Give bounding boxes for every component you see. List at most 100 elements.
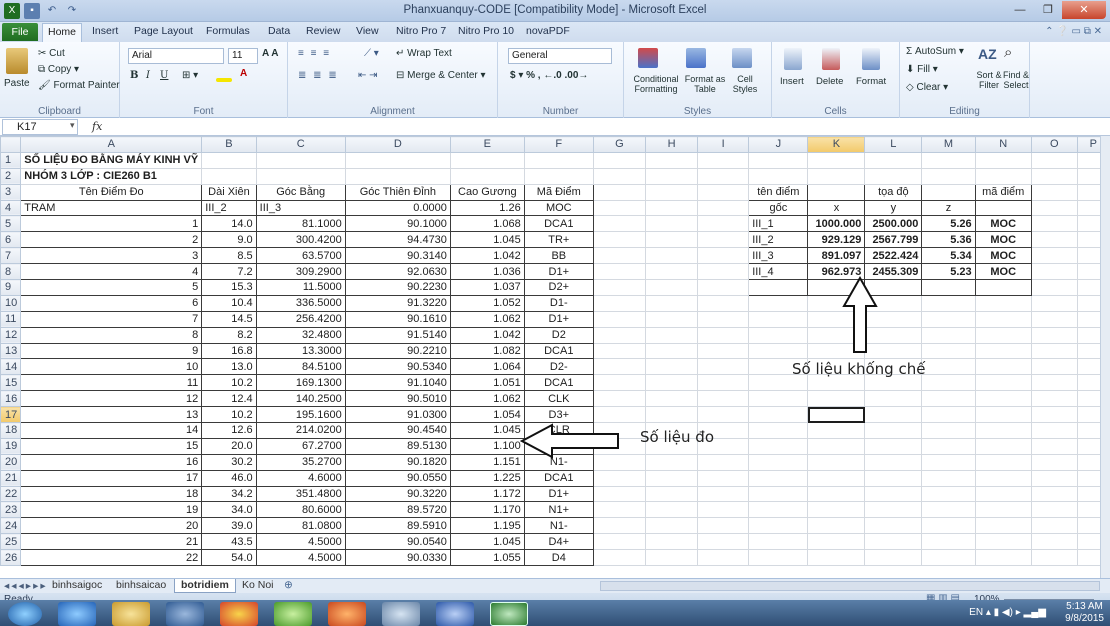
cell-a1[interactable]: SỐ LIỆU ĐO BẰNG MÁY KINH VỸ [20, 151, 203, 169]
column-header-f[interactable]: F [523, 136, 594, 153]
row-header[interactable]: 3 [0, 183, 22, 201]
cell-d25[interactable]: 90.0540 [344, 533, 451, 551]
format-table-icon[interactable] [686, 48, 706, 68]
format-cells-icon[interactable] [862, 48, 880, 70]
cell-j16[interactable] [748, 390, 809, 408]
cell-n9[interactable] [974, 279, 1032, 296]
cell-d6[interactable]: 94.4730 [344, 231, 451, 249]
cell-f4[interactable]: MOC [523, 199, 594, 217]
cell-j18[interactable] [748, 422, 809, 439]
tab-review[interactable]: Review [306, 25, 340, 37]
cell-b25[interactable]: 43.5 [201, 533, 257, 551]
cell-n13[interactable] [974, 342, 1032, 360]
cell-j3[interactable]: tên điểm [748, 183, 809, 201]
cell-m19[interactable] [921, 437, 976, 455]
cell-n3[interactable]: mã điểm [974, 183, 1032, 201]
cell-g11[interactable] [592, 310, 647, 328]
cell-o16[interactable] [1030, 390, 1078, 408]
cell-g8[interactable] [592, 263, 647, 281]
cell-m26[interactable] [921, 549, 976, 567]
cell-a18[interactable]: 14 [20, 422, 203, 439]
cell-n25[interactable] [974, 533, 1032, 551]
cell-b22[interactable]: 34.2 [201, 485, 257, 503]
cell-l6[interactable]: 2567.799 [864, 231, 923, 249]
cell-g25[interactable] [592, 533, 647, 551]
cell-a24[interactable]: 20 [20, 517, 203, 535]
cell-o6[interactable] [1030, 231, 1078, 249]
cell-c24[interactable]: 81.0800 [255, 517, 346, 535]
tab-view[interactable]: View [356, 25, 379, 37]
cell-l19[interactable] [864, 437, 923, 455]
cell-a20[interactable]: 16 [20, 453, 203, 471]
row-header[interactable]: 6 [0, 231, 22, 249]
cell-j17[interactable] [748, 406, 809, 424]
cell-j2[interactable] [748, 167, 809, 185]
cell-m21[interactable] [921, 469, 976, 487]
tab-file[interactable]: File [2, 23, 38, 41]
cell-i2[interactable] [697, 167, 750, 185]
cell-m5[interactable]: 5.26 [921, 215, 976, 233]
row-header[interactable]: 11 [0, 310, 22, 328]
explorer-icon[interactable] [112, 602, 150, 626]
row-header[interactable]: 12 [0, 326, 22, 344]
sheet-tab-binhsaigoc[interactable]: binhsaigoc [46, 579, 108, 593]
cell-o25[interactable] [1030, 533, 1078, 551]
cell-c21[interactable]: 4.6000 [255, 469, 346, 487]
cell-o13[interactable] [1030, 342, 1078, 360]
cell-h24[interactable] [645, 517, 699, 535]
cell-k23[interactable] [807, 501, 866, 519]
cell-i15[interactable] [697, 374, 750, 392]
cell-a14[interactable]: 10 [20, 358, 203, 376]
cell-e9[interactable]: 1.037 [449, 279, 525, 296]
cell-a6[interactable]: 2 [20, 231, 203, 249]
cell-f8[interactable]: D1+ [523, 263, 594, 281]
name-box-dropdown-icon[interactable]: ▾ [70, 120, 75, 131]
cell-e16[interactable]: 1.062 [449, 390, 525, 408]
cell-f5[interactable]: DCA1 [523, 215, 594, 233]
paste-icon[interactable] [6, 48, 28, 74]
cell-l24[interactable] [864, 517, 923, 535]
cell-m17[interactable] [921, 406, 976, 424]
close-icon[interactable]: ✕ [1062, 1, 1106, 19]
cell-g23[interactable] [592, 501, 647, 519]
column-header-l[interactable]: L [864, 136, 923, 153]
cell-i10[interactable] [697, 294, 750, 312]
column-header-c[interactable]: C [255, 136, 346, 153]
row-header[interactable]: 2 [0, 167, 22, 185]
cell-b4[interactable]: III_2 [201, 199, 257, 217]
row-header[interactable]: 18 [0, 422, 22, 439]
cell-a9[interactable]: 5 [20, 279, 203, 296]
cell-g7[interactable] [592, 247, 647, 265]
cell-d11[interactable]: 90.1610 [344, 310, 451, 328]
cell-l7[interactable]: 2522.424 [864, 247, 923, 265]
cell-d18[interactable]: 90.4540 [344, 422, 451, 439]
cell-m20[interactable] [921, 453, 976, 471]
sort-filter-icon[interactable]: AZ [978, 46, 997, 62]
cell-a3[interactable]: Tên Điểm Đo [20, 183, 203, 201]
cell-o19[interactable] [1030, 437, 1078, 455]
cell-n26[interactable] [974, 549, 1032, 567]
cut-button[interactable]: ✂ Cut [38, 48, 65, 59]
tab-novapdf[interactable]: novaPDF [526, 25, 570, 37]
cell-h21[interactable] [645, 469, 699, 487]
row-header[interactable]: 7 [0, 247, 22, 265]
autosum-button[interactable]: Σ AutoSum ▾ [906, 46, 964, 57]
cell-e26[interactable]: 1.055 [449, 549, 525, 567]
cell-g2[interactable] [592, 167, 647, 185]
tab-data[interactable]: Data [268, 25, 290, 37]
cell-b24[interactable]: 39.0 [201, 517, 257, 535]
cell-l26[interactable] [864, 549, 923, 567]
sheet-tab-ko-noi[interactable]: Ko Noi [236, 579, 280, 593]
column-header-j[interactable]: J [748, 136, 809, 153]
tab-nitro-pro-10[interactable]: Nitro Pro 10 [458, 25, 514, 37]
cell-n7[interactable]: MOC [974, 247, 1032, 265]
cell-k16[interactable] [807, 390, 866, 408]
cell-o17[interactable] [1030, 406, 1078, 424]
column-header-i[interactable]: I [697, 136, 750, 153]
cell-h4[interactable] [645, 199, 699, 217]
cell-c3[interactable]: Góc Bằng [255, 183, 346, 201]
cell-c8[interactable]: 309.2900 [255, 263, 346, 281]
cell-f25[interactable]: D4+ [523, 533, 594, 551]
cell-b20[interactable]: 30.2 [201, 453, 257, 471]
cell-m3[interactable] [921, 183, 976, 201]
